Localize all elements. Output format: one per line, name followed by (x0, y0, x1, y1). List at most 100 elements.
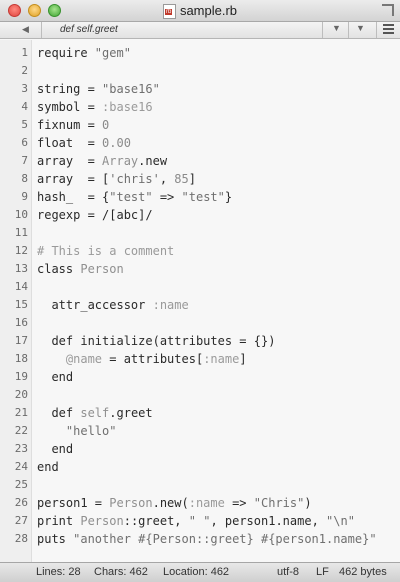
code-token: Person (80, 514, 124, 528)
code-token: @name (65, 352, 103, 366)
code-text[interactable]: symbol = :base16 (37, 98, 153, 116)
char-count: Chars: 462 (94, 566, 148, 578)
code-token: Person (109, 496, 153, 510)
line-number: 1 (21, 46, 28, 59)
code-line[interactable]: 3 string = "base16" (0, 80, 400, 98)
code-token: ::greet, (123, 514, 189, 528)
code-text[interactable]: def self.greet (37, 404, 152, 422)
code-text[interactable]: puts "another #{Person::greet} #{person1… (37, 530, 377, 548)
code-text[interactable]: require "gem" (37, 44, 131, 62)
code-line[interactable]: 12 # This is a comment (0, 242, 400, 260)
code-token: "gem" (94, 46, 131, 60)
code-line[interactable]: 21 def self.greet (0, 404, 400, 422)
code-line[interactable]: 1 require "gem" (0, 44, 400, 62)
code-text[interactable]: string = "base16" (37, 80, 160, 98)
code-line[interactable]: 27 print Person::greet, " ", person1.name… (0, 512, 400, 530)
code-text[interactable]: # This is a comment (37, 242, 174, 260)
back-arrow-icon[interactable]: ◀ (22, 24, 29, 35)
code-text[interactable]: end (37, 440, 73, 458)
divider (376, 22, 377, 38)
code-editor[interactable]: 1 require "gem" 2 3 string = "base16" 4 symbol… (0, 40, 400, 562)
code-line[interactable]: 20 (0, 386, 400, 404)
line-number: 9 (21, 190, 28, 203)
code-line[interactable]: 17 def initialize(attributes = {}) (0, 332, 400, 350)
code-token: , person1.name, (210, 514, 327, 528)
code-text[interactable]: person1 = Person.new(:name => "Chris") (37, 494, 312, 512)
code-line[interactable]: 18 @name = attributes[:name] (0, 350, 400, 368)
code-text[interactable]: hash_ = {"test" => "test"} (37, 188, 232, 206)
code-line[interactable]: 15 attr_accessor :name (0, 296, 400, 314)
code-text[interactable]: print Person::greet, " ", person1.name, … (37, 512, 355, 530)
line-ending-popup[interactable]: LF (316, 566, 329, 578)
code-text[interactable]: class Person (37, 260, 124, 278)
code-line[interactable]: 9 hash_ = {"test" => "test"} (0, 188, 400, 206)
code-line[interactable]: 4 symbol = :base16 (0, 98, 400, 116)
divider (41, 22, 42, 38)
line-number: 16 (14, 316, 28, 329)
code-token: :name (152, 298, 189, 312)
menu-icon[interactable] (383, 24, 394, 35)
code-text[interactable]: array = Array.new (37, 152, 167, 170)
code-token: :name (203, 352, 240, 366)
code-text[interactable]: "hello" (37, 422, 117, 440)
code-line[interactable]: 16 (0, 314, 400, 332)
code-token: end (37, 442, 74, 456)
code-line[interactable]: 6 float = 0.00 (0, 134, 400, 152)
code-token: "\n" (326, 514, 355, 528)
code-line[interactable]: 13 class Person (0, 260, 400, 278)
code-line[interactable]: 22 "hello" (0, 422, 400, 440)
code-token: string = (37, 82, 103, 96)
window-title-group: rb sample.rb (0, 3, 400, 20)
code-token: } (224, 190, 233, 204)
code-token: def initialize(attributes = {}) (37, 334, 276, 348)
code-token: person1 = (37, 496, 110, 510)
code-token: require (37, 46, 95, 60)
code-line[interactable]: 26 person1 = Person.new(:name => "Chris") (0, 494, 400, 512)
code-line[interactable]: 8 array = ['chris', 85] (0, 170, 400, 188)
code-token: array = [ (37, 172, 110, 186)
code-text[interactable]: end (37, 458, 59, 476)
code-token: = attributes[ (102, 352, 204, 366)
code-line[interactable]: 24 end (0, 458, 400, 476)
code-line[interactable]: 14 (0, 278, 400, 296)
code-line[interactable]: 7 array = Array.new (0, 152, 400, 170)
line-number: 25 (14, 478, 28, 491)
code-line[interactable]: 25 (0, 476, 400, 494)
code-token: "Chris" (253, 496, 305, 510)
code-text[interactable]: fixnum = 0 (37, 116, 109, 134)
code-token: :base16 (102, 100, 153, 114)
code-line[interactable]: 19 end (0, 368, 400, 386)
fullscreen-icon[interactable] (382, 4, 394, 16)
code-text[interactable]: array = ['chris', 85] (37, 170, 196, 188)
code-line[interactable]: 28 puts "another #{Person::greet} #{perso… (0, 530, 400, 548)
code-text[interactable]: attr_accessor :name (37, 296, 189, 314)
code-token: "test" (181, 190, 225, 204)
line-number: 7 (21, 154, 28, 167)
symbol-popup[interactable]: def self.greet (60, 24, 118, 35)
code-token: end (37, 370, 74, 384)
code-line[interactable]: 5 fixnum = 0 (0, 116, 400, 134)
line-number: 10 (14, 208, 28, 221)
code-line[interactable]: 11 (0, 224, 400, 242)
code-token: def (37, 406, 81, 420)
symbol-bar: ◀ def self.greet ▼ ▼ (0, 22, 400, 39)
line-number: 24 (14, 460, 28, 473)
code-text[interactable]: @name = attributes[:name] (37, 350, 247, 368)
chevron-down-icon[interactable]: ▼ (356, 23, 365, 33)
code-line[interactable]: 10 regexp = /[abc]/ (0, 206, 400, 224)
line-number: 3 (21, 82, 28, 95)
code-line[interactable]: 23 end (0, 440, 400, 458)
line-number: 23 (14, 442, 28, 455)
code-line[interactable]: 2 (0, 62, 400, 80)
code-token: "hello" (65, 424, 117, 438)
code-text[interactable]: end (37, 368, 73, 386)
code-text[interactable]: regexp = /[abc]/ (37, 206, 153, 224)
code-text[interactable]: def initialize(attributes = {}) (37, 332, 275, 350)
code-text[interactable]: float = 0.00 (37, 134, 131, 152)
code-token: .new( (152, 496, 189, 510)
code-token: , (159, 172, 175, 186)
code-token: => (152, 190, 182, 204)
encoding-popup[interactable]: utf-8 (277, 566, 299, 578)
chevron-down-icon[interactable]: ▼ (332, 23, 341, 33)
